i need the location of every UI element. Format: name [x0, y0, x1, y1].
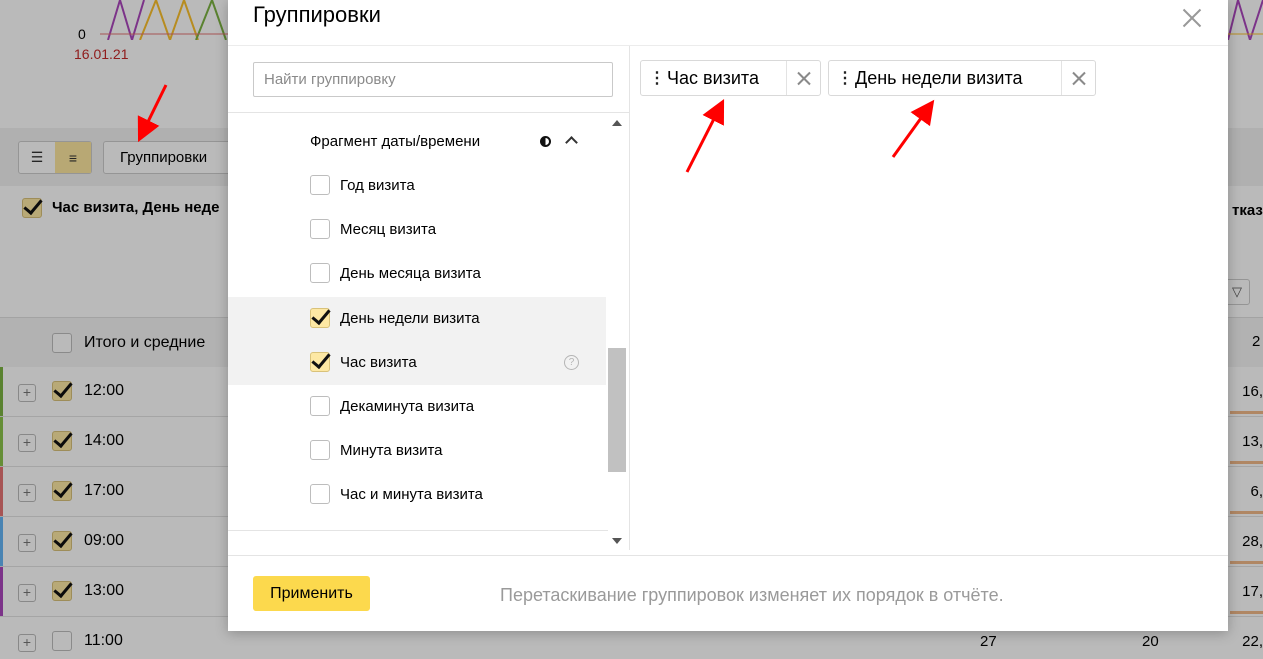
grouping-checkbox[interactable] — [310, 352, 330, 372]
grouping-label: Декаминута визита — [340, 398, 475, 415]
column-divider — [629, 46, 630, 550]
grouping-item[interactable]: Час и минута визита — [228, 473, 606, 517]
grouping-item[interactable]: Час визита ? — [228, 341, 606, 385]
grouping-item[interactable]: День месяца визита — [228, 252, 606, 296]
grouping-label: Час и минута визита — [340, 486, 483, 503]
grouping-item[interactable]: Минута визита — [228, 429, 606, 473]
drag-handle-icon[interactable]: ⋮ — [837, 71, 853, 87]
grouping-checkbox[interactable] — [310, 440, 330, 460]
grouping-item[interactable]: Декаминута визита — [228, 385, 606, 429]
divider — [228, 530, 608, 531]
chevron-up-icon[interactable] — [565, 136, 578, 149]
grouping-checkbox[interactable] — [310, 175, 330, 195]
groupings-dialog: Группировки Фрагмент даты/времени Год ви… — [228, 0, 1228, 631]
section-title[interactable]: Фрагмент даты/времени — [310, 133, 480, 150]
drag-handle-icon[interactable]: ⋮ — [649, 71, 665, 87]
selected-grouping-chip[interactable]: ⋮ День недели визита — [828, 60, 1096, 96]
chip-label: День недели визита — [855, 68, 1023, 88]
contrast-icon — [540, 136, 551, 147]
grouping-label: Год визита — [340, 177, 415, 194]
grouping-label: Месяц визита — [340, 221, 437, 238]
drag-hint: Перетаскивание группировок изменяет их п… — [500, 585, 1004, 605]
search-input[interactable] — [253, 62, 613, 97]
help-icon[interactable]: ? — [564, 355, 579, 370]
divider — [228, 112, 629, 113]
scroll-up-icon[interactable] — [612, 120, 622, 126]
dialog-title: Группировки — [253, 2, 381, 27]
grouping-checkbox[interactable] — [310, 219, 330, 239]
scroll-down-icon[interactable] — [612, 538, 622, 544]
grouping-label: День недели визита — [340, 310, 480, 327]
remove-chip-icon[interactable] — [786, 61, 821, 95]
grouping-checkbox[interactable] — [310, 484, 330, 504]
grouping-checkbox[interactable] — [310, 308, 330, 328]
selected-grouping-chip[interactable]: ⋮ Час визита — [640, 60, 821, 96]
grouping-checkbox[interactable] — [310, 263, 330, 283]
grouping-item[interactable]: День недели визита — [228, 297, 606, 341]
chip-label: Час визита — [667, 68, 759, 88]
grouping-item[interactable]: Год визита — [228, 164, 606, 208]
divider — [228, 45, 1228, 46]
grouping-label: Час визита — [340, 354, 417, 371]
grouping-item[interactable]: Месяц визита — [228, 208, 606, 252]
grouping-checkbox[interactable] — [310, 396, 330, 416]
remove-chip-icon[interactable] — [1061, 61, 1096, 95]
grouping-label: День месяца визита — [340, 265, 481, 282]
scrollbar-thumb[interactable] — [608, 348, 626, 472]
scrollbar[interactable] — [608, 113, 626, 550]
divider — [228, 555, 1228, 556]
apply-button[interactable]: Применить — [253, 576, 370, 611]
close-icon[interactable] — [1180, 6, 1204, 30]
grouping-label: Минута визита — [340, 442, 443, 459]
